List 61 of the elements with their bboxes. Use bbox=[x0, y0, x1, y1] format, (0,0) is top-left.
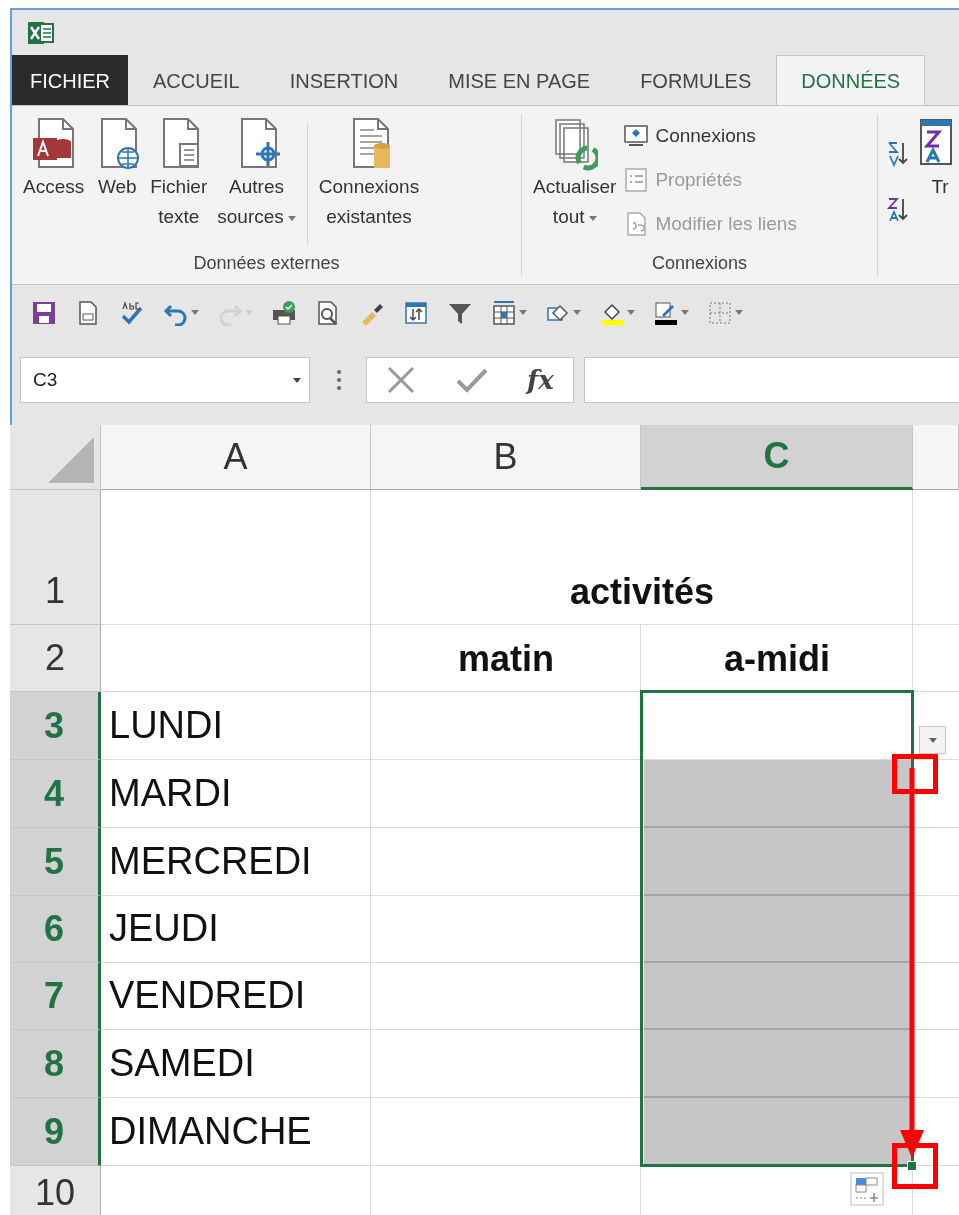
column-header[interactable]: A bbox=[101, 425, 371, 490]
ribbon-tab[interactable]: INSERTION bbox=[264, 55, 424, 105]
ribbon-button[interactable]: Connexions existantes bbox=[313, 114, 425, 235]
table-icon[interactable] bbox=[491, 299, 517, 326]
pen-icon[interactable] bbox=[653, 299, 679, 326]
formula-input[interactable] bbox=[584, 357, 959, 403]
column-header[interactable]: B bbox=[371, 425, 641, 490]
file-tab[interactable]: FICHIER bbox=[12, 55, 128, 105]
group-label: Connexions bbox=[650, 252, 749, 275]
row-header[interactable]: 2 bbox=[10, 625, 101, 692]
ribbon-button[interactable]: Tr bbox=[912, 114, 959, 205]
cell-text: matin bbox=[457, 637, 555, 681]
excel-logo-icon bbox=[28, 19, 54, 46]
row-header[interactable]: 5 bbox=[10, 828, 101, 896]
name-box[interactable]: C3 bbox=[20, 357, 310, 403]
row-header[interactable]: 10 bbox=[10, 1166, 101, 1215]
ribbon-button[interactable]: Actualiser tout bbox=[528, 114, 622, 235]
ribbon-button[interactable]: Access bbox=[18, 114, 90, 205]
connections-icon bbox=[623, 123, 650, 149]
cell-text: a-midi bbox=[723, 637, 831, 681]
cancel-icon[interactable] bbox=[386, 365, 417, 395]
row-header[interactable]: 7 bbox=[10, 963, 101, 1030]
cell-text: JEUDI bbox=[108, 906, 220, 951]
save-icon[interactable] bbox=[31, 299, 57, 326]
cell-text: SAMEDI bbox=[108, 1041, 256, 1086]
column-header[interactable]: C bbox=[641, 425, 913, 490]
sort-az-icon[interactable] bbox=[886, 140, 910, 168]
cell-text: LUNDI bbox=[108, 703, 225, 748]
ribbon-button[interactable]: Web bbox=[89, 114, 146, 205]
row-header[interactable]: 9 bbox=[10, 1098, 101, 1166]
highlight-box bbox=[892, 754, 938, 794]
spell-check-icon[interactable] bbox=[119, 299, 145, 326]
printer-icon[interactable] bbox=[271, 299, 297, 326]
insert-function-button[interactable]: fx bbox=[527, 360, 554, 400]
corner-triangle-icon bbox=[46, 435, 96, 485]
ribbon-tab[interactable]: FORMULES bbox=[615, 55, 777, 105]
row-header[interactable]: 8 bbox=[10, 1030, 101, 1098]
properties-icon bbox=[623, 167, 650, 193]
cell-text: activités bbox=[568, 570, 716, 614]
ribbon-button[interactable]: Autres sources bbox=[212, 114, 301, 235]
cell-text: MARDI bbox=[108, 771, 233, 816]
cell-text: MERCREDI bbox=[108, 839, 313, 884]
cell-text: VENDREDI bbox=[108, 973, 307, 1018]
dropdown-arrow-icon[interactable] bbox=[293, 377, 301, 383]
cell-text: DIMANCHE bbox=[108, 1109, 313, 1154]
sort-icon[interactable] bbox=[403, 299, 429, 326]
row-header[interactable]: 6 bbox=[10, 896, 101, 963]
group-label: Données externes bbox=[192, 252, 341, 275]
dropdown-button[interactable] bbox=[919, 726, 946, 754]
quick-analysis-icon[interactable] bbox=[850, 1172, 884, 1206]
sort-za-icon[interactable] bbox=[886, 196, 910, 224]
ribbon-button[interactable]: Connexions bbox=[621, 116, 799, 156]
row-header[interactable]: 4 bbox=[10, 760, 101, 828]
ribbon-tab[interactable]: ACCUEIL bbox=[128, 55, 265, 105]
ribbon-tab[interactable]: MISE EN PAGE bbox=[423, 55, 616, 105]
fill-handle[interactable] bbox=[907, 1161, 917, 1171]
row-header[interactable]: 3 bbox=[10, 692, 101, 760]
more-icon bbox=[336, 368, 342, 392]
ribbon-button[interactable]: Fichier texte bbox=[145, 114, 213, 235]
row-header[interactable]: 1 bbox=[10, 490, 101, 625]
ribbon-tab[interactable]: DONNÉES bbox=[776, 55, 926, 105]
